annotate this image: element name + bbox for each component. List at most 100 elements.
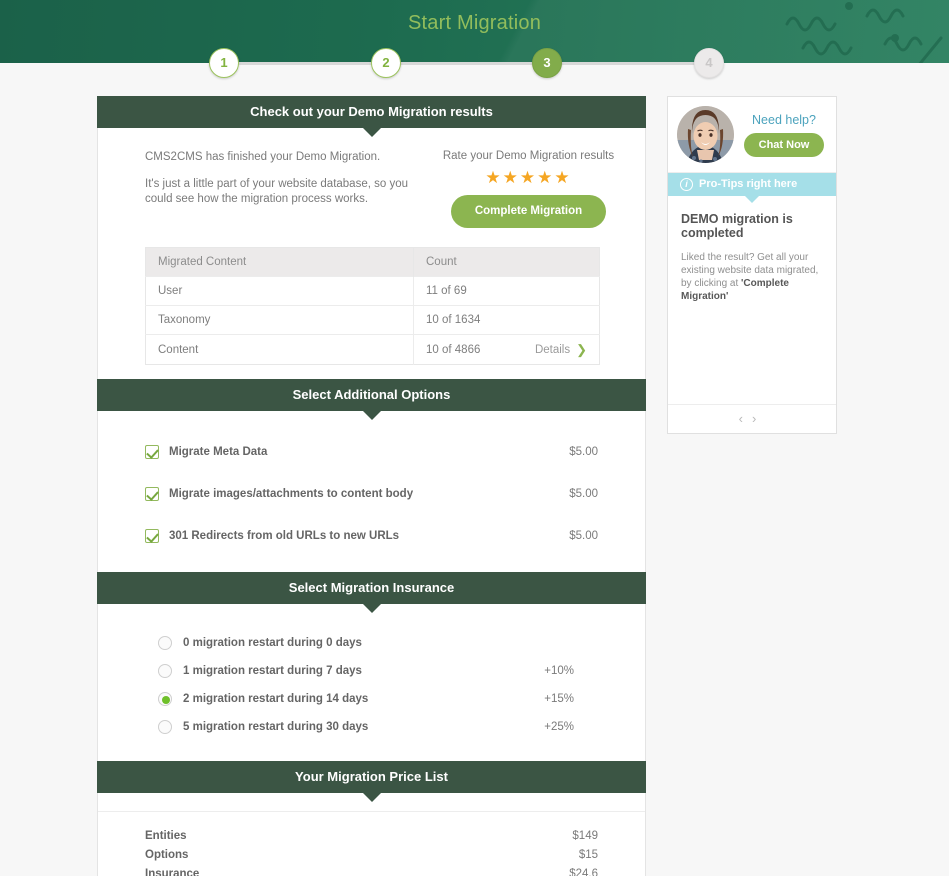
page-title: Start Migration: [407, 12, 542, 34]
option-price: $5.00: [569, 446, 598, 458]
radio-icon-selected[interactable]: [158, 692, 172, 706]
option-label: Migrate Meta Data: [169, 446, 268, 458]
price-name: Entities: [145, 830, 187, 842]
chat-box: Need help? Chat Now: [668, 97, 836, 173]
option-label: Migrate images/attachments to content bo…: [169, 488, 414, 500]
option-price: $5.00: [569, 488, 598, 500]
section-header-results: Check out your Demo Migration results: [97, 96, 646, 137]
results-description: CMS2CMS has finished your Demo Migration…: [145, 150, 410, 228]
results-rating-block: Rate your Demo Migration results ★★★★★ C…: [410, 150, 635, 228]
table-header-content: Migrated Content: [145, 247, 414, 277]
tip-navigation: ‹›: [668, 404, 836, 433]
radio-icon[interactable]: [158, 664, 172, 678]
table-header-count: Count: [413, 247, 600, 277]
option-row[interactable]: Migrate images/attachments to content bo…: [145, 480, 598, 508]
option-label: 301 Redirects from old URLs to new URLs: [169, 530, 400, 542]
results-line-1: CMS2CMS has finished your Demo Migration…: [145, 151, 381, 163]
insurance-percent: +15%: [544, 693, 574, 705]
insurance-row-selected[interactable]: 2 migration restart during 14 days +15%: [158, 685, 598, 713]
section-title-price-list: Your Migration Price List: [295, 769, 448, 784]
row-spacer: [145, 466, 598, 480]
price-name: Options: [145, 849, 189, 861]
table-cell-count: 11 of 69: [413, 276, 600, 306]
main-column: Check out your Demo Migration results CM…: [97, 96, 646, 876]
price-value: $24.6: [569, 868, 598, 876]
checkbox-icon[interactable]: [145, 487, 159, 501]
table-row: Content 10 of 4866 Details ❯: [145, 334, 600, 365]
stepper-track: [224, 62, 709, 65]
checkbox-icon[interactable]: [145, 445, 159, 459]
insurance-row[interactable]: 5 migration restart during 30 days +25%: [158, 713, 598, 741]
checkbox-icon[interactable]: [145, 529, 159, 543]
price-value: $149: [572, 830, 598, 842]
table-cell-name: Content: [145, 334, 414, 365]
price-value: $15: [578, 849, 598, 861]
star-rating-icon[interactable]: ★★★★★: [422, 169, 635, 187]
section-notch-icon: [362, 411, 381, 420]
pro-tips-notch-icon: [745, 196, 759, 203]
insurance-row[interactable]: 1 migration restart during 7 days +10%: [158, 657, 598, 685]
chevron-down-icon: ❯: [576, 342, 587, 357]
table-header-row: Migrated Content Count: [145, 247, 600, 277]
pro-tips-bar: i Pro-Tips right here: [668, 173, 836, 203]
step-3-current[interactable]: 3: [532, 48, 562, 78]
options-panel: Migrate Meta Data $5.00 Migrate images/a…: [97, 411, 646, 572]
step-1[interactable]: 1: [209, 48, 239, 78]
insurance-panel: 0 migration restart during 0 days 1 migr…: [97, 604, 646, 761]
price-row: Entities $149: [145, 827, 598, 846]
option-price: $5.00: [569, 530, 598, 542]
table-bottom-spacer: [98, 365, 645, 379]
details-label: Details: [534, 343, 571, 356]
tip-text: Liked the result? Get all your existing …: [681, 251, 823, 303]
table-cell-name: Taxonomy: [145, 305, 414, 335]
radio-icon[interactable]: [158, 636, 172, 650]
table-cell-count: 10 of 1634: [413, 305, 600, 335]
insurance-label: 1 migration restart during 7 days: [183, 665, 362, 677]
rate-label: Rate your Demo Migration results: [442, 150, 615, 162]
step-4[interactable]: 4: [694, 48, 724, 78]
info-icon: i: [680, 178, 693, 191]
need-help-label: Need help?: [752, 112, 816, 127]
option-row[interactable]: 301 Redirects from old URLs to new URLs …: [145, 522, 598, 550]
avatar: [677, 106, 734, 163]
table-row: User 11 of 69: [145, 276, 600, 306]
section-header-insurance: Select Migration Insurance: [97, 572, 646, 613]
table-row: Taxonomy 10 of 1634: [145, 305, 600, 335]
tip-body: DEMO migration is completed Liked the re…: [668, 196, 836, 404]
section-notch-icon: [362, 128, 381, 137]
price-list-panel: Entities $149 Options $15 Insurance $24.…: [97, 793, 646, 876]
section-title-insurance: Select Migration Insurance: [288, 580, 455, 595]
option-row[interactable]: Migrate Meta Data $5.00: [145, 438, 598, 466]
section-header-price-list: Your Migration Price List: [97, 761, 646, 802]
insurance-label: 5 migration restart during 30 days: [183, 721, 369, 733]
results-line-2: It's just a little part of your website …: [145, 178, 409, 205]
count-value: 10 of 4866: [426, 343, 481, 356]
table-cell-name: User: [145, 276, 414, 306]
tip-title: DEMO migration is completed: [681, 212, 793, 240]
section-title-results: Check out your Demo Migration results: [250, 104, 493, 119]
results-panel: CMS2CMS has finished your Demo Migration…: [97, 128, 646, 379]
chevron-right-icon[interactable]: ›: [752, 411, 765, 426]
price-row: Insurance $24.6: [145, 865, 598, 876]
chevron-left-icon[interactable]: ‹: [739, 411, 752, 426]
section-notch-icon: [362, 793, 381, 802]
avatar-photo-icon: [677, 106, 734, 163]
pro-tips-label: Pro-Tips right here: [699, 178, 798, 190]
step-2[interactable]: 2: [371, 48, 401, 78]
insurance-percent: +10%: [544, 665, 574, 677]
insurance-percent: +25%: [544, 721, 574, 733]
section-header-options: Select Additional Options: [97, 379, 646, 420]
insurance-label: 0 migration restart during 0 days: [183, 637, 362, 649]
section-notch-icon: [362, 604, 381, 613]
complete-migration-button-top[interactable]: Complete Migration: [450, 195, 607, 228]
help-sidebar: Need help? Chat Now i Pro-Tips right her…: [667, 96, 837, 434]
migrated-content-table: Migrated Content Count User 11 of 69 Tax…: [145, 247, 600, 365]
price-row: Options $15: [145, 846, 598, 865]
price-name: Insurance: [145, 868, 200, 876]
details-toggle[interactable]: Details ❯: [535, 343, 587, 356]
insurance-row[interactable]: 0 migration restart during 0 days: [158, 629, 598, 657]
chat-now-button[interactable]: Chat Now: [743, 132, 825, 157]
radio-icon[interactable]: [158, 720, 172, 734]
section-title-options: Select Additional Options: [292, 387, 451, 402]
migration-stepper: 1 2 3 4: [0, 48, 949, 88]
